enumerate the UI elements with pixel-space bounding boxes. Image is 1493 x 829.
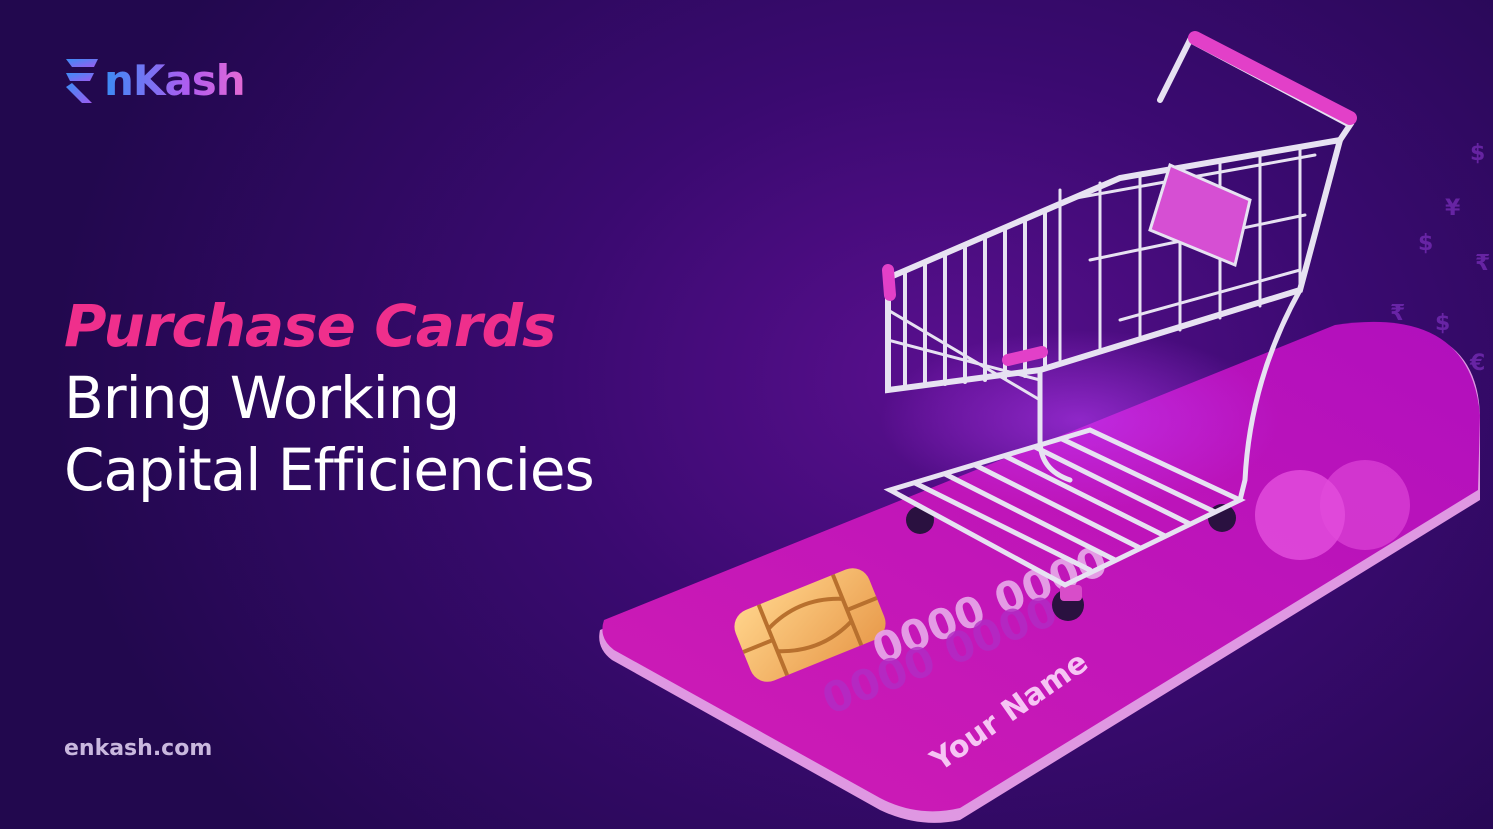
svg-text:$: $	[1470, 141, 1485, 166]
enkash-logo[interactable]: nKash	[62, 50, 246, 110]
svg-text:¥: ¥	[1445, 196, 1461, 221]
svg-text:$: $	[1435, 311, 1450, 336]
hero-headline: Purchase Cards Bring Working Capital Eff…	[64, 290, 784, 506]
svg-text:€: €	[1469, 351, 1485, 376]
svg-text:₹: ₹	[1475, 251, 1490, 276]
headline-accent: Purchase Cards	[64, 292, 557, 360]
enkash-logo-icon	[66, 59, 98, 103]
headline-line-1: Bring Working	[64, 364, 460, 432]
logo-wordmark: nKash	[104, 55, 246, 105]
website-link[interactable]: enkash.com	[64, 736, 212, 761]
headline-line-2: Capital Efficiencies	[64, 436, 595, 504]
svg-text:₹: ₹	[1390, 301, 1405, 326]
svg-text:$: $	[1418, 231, 1433, 256]
